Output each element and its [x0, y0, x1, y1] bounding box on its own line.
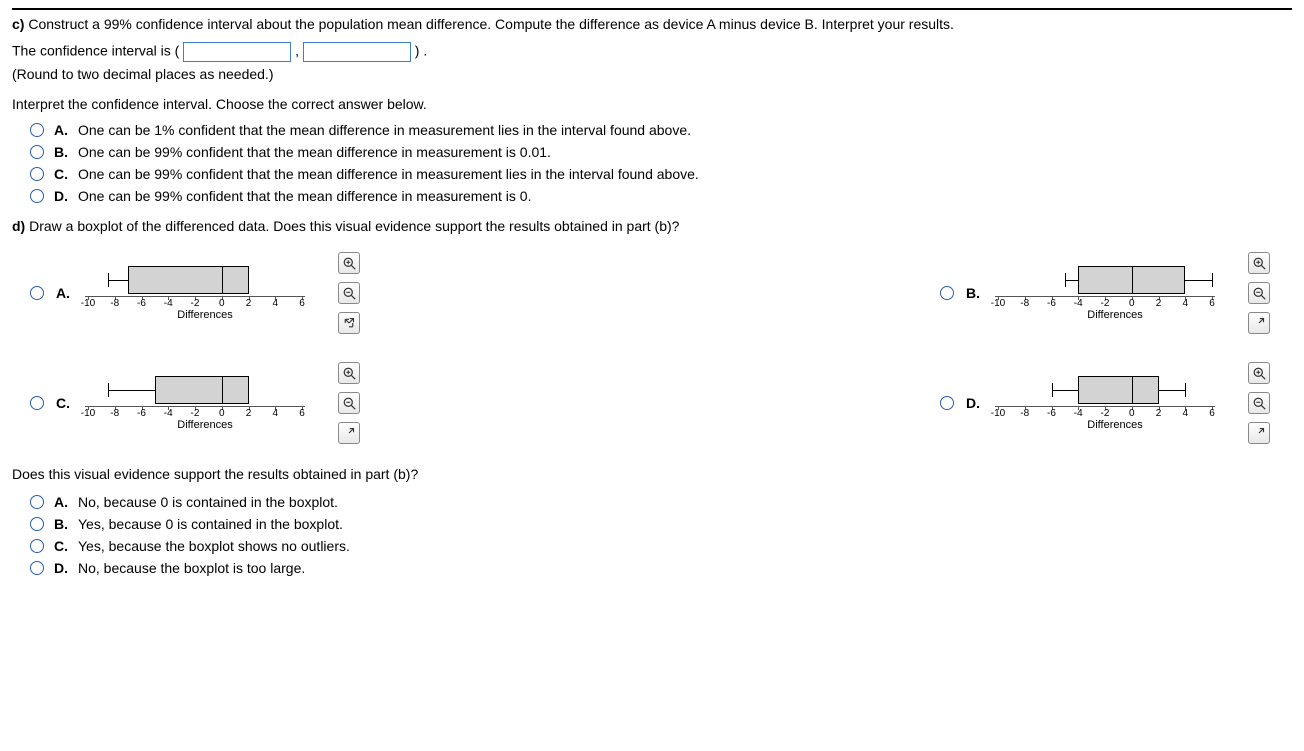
choice-text: Yes, because the boxplot shows no outlie…: [78, 538, 350, 554]
choice-text: One can be 99% confident that the mean d…: [78, 188, 531, 204]
radio-icon: [30, 495, 44, 509]
popout-button[interactable]: [338, 312, 360, 334]
boxplot-b: -10-8-6-4-20246: [990, 266, 1220, 310]
choice-label: B.: [54, 516, 72, 532]
popout-button[interactable]: [338, 422, 360, 444]
ci-lower-input[interactable]: [183, 42, 291, 62]
choice-text: No, because the boxplot is too large.: [78, 560, 305, 576]
interpret-prompt: Interpret the confidence interval. Choos…: [12, 96, 1292, 112]
part-d-text: Draw a boxplot of the differenced data. …: [25, 218, 679, 234]
zoom-in-button[interactable]: [1248, 252, 1270, 274]
ci-upper-input[interactable]: [303, 42, 411, 62]
radio-icon: [30, 396, 44, 410]
radio-icon: [30, 123, 44, 137]
choice-label: A.: [54, 494, 72, 510]
question-d: d) Draw a boxplot of the differenced dat…: [12, 218, 1292, 234]
plot-label: A.: [56, 285, 72, 301]
plot-controls: [1248, 252, 1270, 334]
ci-prefix: The confidence interval is (: [12, 43, 179, 59]
support-choice-c[interactable]: C. Yes, because the boxplot shows no out…: [30, 538, 1292, 554]
part-c-prefix: c): [12, 16, 24, 32]
zoom-out-button[interactable]: [338, 392, 360, 414]
boxplot-d: -10-8-6-4-20246: [990, 376, 1220, 420]
plot-label: D.: [966, 395, 982, 411]
interpret-choice-c[interactable]: C. One can be 99% confident that the mea…: [30, 166, 1292, 182]
boxplot-choice-c[interactable]: C. -10-8-6-4-20246 Differences: [30, 362, 380, 444]
choice-text: One can be 99% confident that the mean d…: [78, 166, 699, 182]
axis-title: Differences: [1000, 309, 1230, 321]
radio-icon: [30, 286, 44, 300]
boxplot-choice-a[interactable]: A. -10-8-6-4-20246 Differences: [30, 252, 380, 334]
boxplot-choice-b[interactable]: B. -10-8-6-4-20246 Differences: [940, 252, 1290, 334]
choice-label: A.: [54, 122, 72, 138]
ci-comma: ,: [295, 43, 299, 59]
interpret-choice-b[interactable]: B. One can be 99% confident that the mea…: [30, 144, 1292, 160]
zoom-out-button[interactable]: [338, 282, 360, 304]
radio-icon: [30, 561, 44, 575]
radio-icon: [30, 517, 44, 531]
zoom-in-button[interactable]: [338, 252, 360, 274]
radio-icon: [30, 167, 44, 181]
plot-label: B.: [966, 285, 982, 301]
axis-title: Differences: [90, 419, 320, 431]
plot-label: C.: [56, 395, 72, 411]
choice-label: D.: [54, 188, 72, 204]
boxplot-c: -10-8-6-4-20246: [80, 376, 310, 420]
choice-label: B.: [54, 144, 72, 160]
plot-controls: [338, 252, 360, 334]
choice-text: Yes, because 0 is contained in the boxpl…: [78, 516, 343, 532]
plot-controls: [1248, 362, 1270, 444]
support-prompt: Does this visual evidence support the re…: [12, 466, 1292, 482]
part-d-prefix: d): [12, 218, 25, 234]
plot-controls: [338, 362, 360, 444]
ci-suffix: ) .: [415, 43, 427, 59]
choice-label: C.: [54, 166, 72, 182]
popout-button[interactable]: [1248, 422, 1270, 444]
choice-text: One can be 99% confident that the mean d…: [78, 144, 551, 160]
support-choice-b[interactable]: B. Yes, because 0 is contained in the bo…: [30, 516, 1292, 532]
radio-icon: [30, 539, 44, 553]
support-choice-a[interactable]: A. No, because 0 is contained in the box…: [30, 494, 1292, 510]
support-choice-d[interactable]: D. No, because the boxplot is too large.: [30, 560, 1292, 576]
radio-icon: [30, 145, 44, 159]
part-c-text: Construct a 99% confidence interval abou…: [24, 16, 953, 32]
interpret-choice-a[interactable]: A. One can be 1% confident that the mean…: [30, 122, 1292, 138]
radio-icon: [940, 286, 954, 300]
boxplot-choices: A. -10-8-6-4-20246 Differences B. -10-8-…: [30, 252, 1290, 444]
choice-text: No, because 0 is contained in the boxplo…: [78, 494, 338, 510]
zoom-out-button[interactable]: [1248, 282, 1270, 304]
axis-title: Differences: [1000, 419, 1230, 431]
question-c: c) Construct a 99% confidence interval a…: [12, 8, 1292, 32]
interpret-choice-d[interactable]: D. One can be 99% confident that the mea…: [30, 188, 1292, 204]
radio-icon: [940, 396, 954, 410]
boxplot-a: -10-8-6-4-20246: [80, 266, 310, 310]
zoom-out-button[interactable]: [1248, 392, 1270, 414]
axis-title: Differences: [90, 309, 320, 321]
support-choice-list: A. No, because 0 is contained in the box…: [30, 494, 1292, 576]
interpret-choice-list: A. One can be 1% confident that the mean…: [30, 122, 1292, 204]
choice-label: C.: [54, 538, 72, 554]
zoom-in-button[interactable]: [1248, 362, 1270, 384]
boxplot-choice-d[interactable]: D. -10-8-6-4-20246 Differences: [940, 362, 1290, 444]
choice-text: One can be 1% confident that the mean di…: [78, 122, 691, 138]
round-hint: (Round to two decimal places as needed.): [12, 66, 1292, 82]
choice-label: D.: [54, 560, 72, 576]
popout-button[interactable]: [1248, 312, 1270, 334]
ci-line: The confidence interval is ( , ) .: [12, 42, 1292, 62]
radio-icon: [30, 189, 44, 203]
zoom-in-button[interactable]: [338, 362, 360, 384]
